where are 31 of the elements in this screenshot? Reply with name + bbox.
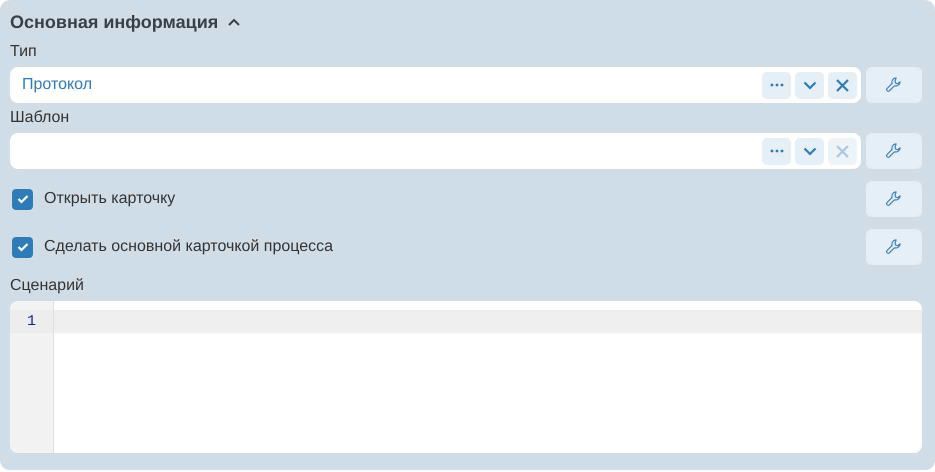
dropdown-button[interactable]	[795, 72, 824, 98]
checkbox[interactable]	[12, 236, 33, 258]
close-icon	[836, 78, 849, 92]
checkbox-label: Сделать основной карточкой процесса	[44, 238, 334, 256]
close-icon	[836, 144, 849, 158]
checkbox-label: Открыть карточку	[44, 190, 176, 208]
chevron-up-icon[interactable]	[228, 18, 240, 26]
checkbox[interactable]	[12, 188, 33, 210]
settings-button[interactable]	[866, 181, 922, 217]
section-title: Основная информация	[10, 12, 218, 32]
line-number: 1	[10, 310, 53, 333]
field-label: Тип	[10, 42, 38, 62]
settings-button[interactable]	[866, 67, 922, 103]
field-value: Протокол	[22, 76, 94, 94]
ellipsis-icon	[770, 149, 784, 153]
chevron-down-icon	[802, 80, 816, 90]
lookup-field[interactable]	[10, 133, 861, 169]
checkmark-icon	[16, 242, 28, 252]
chevron-down-icon	[802, 146, 816, 156]
more-button[interactable]	[762, 72, 791, 98]
settings-button[interactable]	[866, 229, 922, 265]
clear-button[interactable]	[828, 72, 857, 98]
field-label: Сценарий	[10, 276, 85, 296]
code-editor[interactable]: 1	[10, 301, 922, 453]
dropdown-button[interactable]	[795, 138, 824, 164]
settings-button[interactable]	[866, 133, 922, 169]
checkmark-icon	[16, 194, 28, 204]
lookup-field[interactable]: Протокол	[10, 67, 861, 103]
field-label: Шаблон	[10, 108, 70, 128]
ellipsis-icon	[770, 83, 784, 87]
more-button[interactable]	[762, 138, 791, 164]
